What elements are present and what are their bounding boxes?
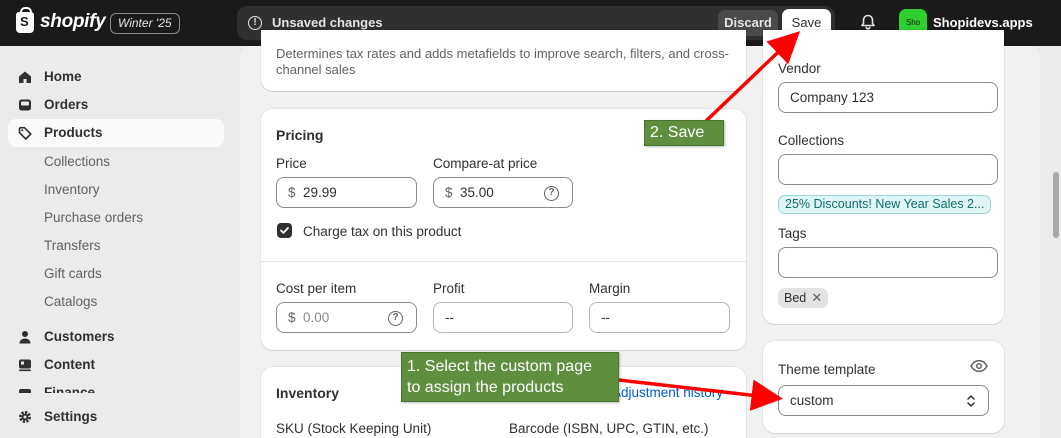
- tags-label: Tags: [778, 226, 807, 241]
- sidebar-item-content[interactable]: Content: [8, 351, 224, 379]
- cost-per-item-placeholder: 0.00: [303, 310, 330, 325]
- callout-select-line2: to assign the products: [407, 379, 564, 396]
- tag-chip-label: Bed: [784, 291, 807, 305]
- inventory-title: Inventory: [276, 385, 340, 401]
- person-icon: [19, 331, 31, 344]
- sidebar-item-orders[interactable]: Orders: [8, 91, 224, 119]
- tag-chip: Bed ✕: [778, 288, 829, 308]
- theme-template-label: Theme template: [778, 362, 876, 377]
- sidebar-item-label: Customers: [44, 329, 115, 344]
- chevron-up-down-icon: [967, 395, 975, 407]
- close-icon[interactable]: ✕: [811, 288, 822, 308]
- margin-value: --: [601, 310, 610, 325]
- logo-text: shopify: [40, 11, 106, 32]
- product-organization-card: Vendor Company 123 Collections 25% Disco…: [763, 30, 1004, 324]
- sidebar-item-label: Finance: [44, 385, 96, 393]
- profit-field: --: [433, 302, 573, 333]
- category-help-text: Determines tax rates and adds metafields…: [276, 46, 730, 61]
- gear-icon: [19, 411, 31, 423]
- adjustment-history-link[interactable]: Adjustment history: [612, 385, 723, 400]
- collections-input[interactable]: [778, 154, 998, 185]
- sidebar-item-home[interactable]: Home: [8, 63, 224, 91]
- scrollbar-thumb[interactable]: [1053, 172, 1059, 238]
- sidebar-item-label: Home: [44, 69, 82, 84]
- tags-input[interactable]: [778, 247, 998, 278]
- category-help-text-2: channel sales: [276, 62, 356, 77]
- price-label: Price: [276, 156, 307, 171]
- edition-badge: Winter '25: [110, 13, 180, 34]
- collection-badge[interactable]: 25% Discounts! New Year Sales 2...: [778, 195, 992, 214]
- callout-select-line1: 1. Select the custom page: [407, 358, 592, 375]
- currency-prefix: $: [288, 185, 296, 200]
- margin-field: --: [589, 302, 730, 333]
- profit-value: --: [445, 310, 454, 325]
- scrollbar-track[interactable]: [1040, 46, 1061, 438]
- theme-template-value: custom: [790, 393, 834, 408]
- sidebar-item-products[interactable]: Products: [8, 119, 224, 147]
- sidebar-item-label: Orders: [44, 97, 89, 112]
- alert-circle-icon: !: [248, 16, 262, 30]
- collections-label: Collections: [778, 133, 845, 148]
- vendor-label: Vendor: [778, 61, 821, 76]
- charge-tax-label[interactable]: Charge tax on this product: [303, 224, 461, 239]
- checkmark-icon: [280, 227, 289, 234]
- callout-select-template: 1. Select the custom page to assign the …: [401, 352, 619, 402]
- category-card: Determines tax rates and adds metafields…: [261, 30, 746, 91]
- sidebar-item-finance[interactable]: Finance: [8, 379, 224, 393]
- vendor-input[interactable]: Company 123: [778, 82, 998, 113]
- currency-prefix: $: [288, 310, 296, 325]
- inbox-icon: [19, 99, 31, 111]
- theme-template-card: Theme template custom: [763, 341, 1004, 433]
- sidebar-subitem-catalogs[interactable]: Catalogs: [44, 294, 97, 309]
- sidebar-subitem-purchase-orders[interactable]: Purchase orders: [44, 210, 143, 225]
- sidebar-item-label: Settings: [44, 409, 98, 424]
- home-icon: [19, 71, 31, 83]
- callout-save: 2. Save: [644, 120, 724, 146]
- tag-icon: [18, 126, 32, 140]
- unsaved-changes-text: Unsaved changes: [272, 15, 383, 30]
- store-name[interactable]: Shopidevs.apps: [933, 15, 1033, 30]
- vendor-value: Company 123: [790, 90, 875, 105]
- price-input[interactable]: $ 29.99: [276, 177, 417, 208]
- margin-label: Margin: [589, 281, 631, 296]
- currency-prefix: $: [445, 185, 453, 200]
- theme-template-select[interactable]: custom: [778, 385, 989, 416]
- cost-per-item-input[interactable]: $ 0.00 ?: [276, 302, 417, 333]
- sidebar-item-customers[interactable]: Customers: [8, 323, 224, 351]
- sidebar-item-label: Products: [44, 125, 103, 140]
- bell-icon[interactable]: [860, 14, 876, 31]
- eye-icon[interactable]: [970, 359, 988, 373]
- sidebar-subitem-collections[interactable]: Collections: [44, 154, 110, 169]
- sidebar-subitem-inventory[interactable]: Inventory: [44, 182, 100, 197]
- help-circle-icon[interactable]: ?: [544, 186, 559, 201]
- shopify-bag-icon: [16, 6, 34, 33]
- barcode-label: Barcode (ISBN, UPC, GTIN, etc.): [509, 421, 709, 436]
- cost-per-item-label: Cost per item: [276, 281, 357, 296]
- sidebar-item-settings[interactable]: Settings: [8, 403, 224, 431]
- compare-at-price-value: 35.00: [460, 185, 494, 200]
- pricing-divider: [261, 261, 746, 262]
- help-circle-icon[interactable]: ?: [388, 311, 403, 326]
- price-value: 29.99: [303, 185, 337, 200]
- compare-at-price-input[interactable]: $ 35.00 ?: [433, 177, 573, 208]
- pricing-title: Pricing: [276, 127, 324, 143]
- sidebar-subitem-gift-cards[interactable]: Gift cards: [44, 266, 102, 281]
- profit-label: Profit: [433, 281, 465, 296]
- sidebar-nav: Home Orders Products Collections Invento…: [0, 46, 240, 438]
- callout-save-text: 2. Save: [650, 124, 705, 141]
- sku-label: SKU (Stock Keeping Unit): [276, 421, 432, 436]
- sidebar-subitem-transfers[interactable]: Transfers: [44, 238, 101, 253]
- finance-icon: [19, 389, 31, 393]
- compare-at-price-label: Compare-at price: [433, 156, 538, 171]
- charge-tax-checkbox[interactable]: [277, 223, 292, 238]
- content-icon: [19, 359, 31, 372]
- shopify-logo[interactable]: shopify: [16, 6, 106, 33]
- sidebar-item-label: Content: [44, 357, 95, 372]
